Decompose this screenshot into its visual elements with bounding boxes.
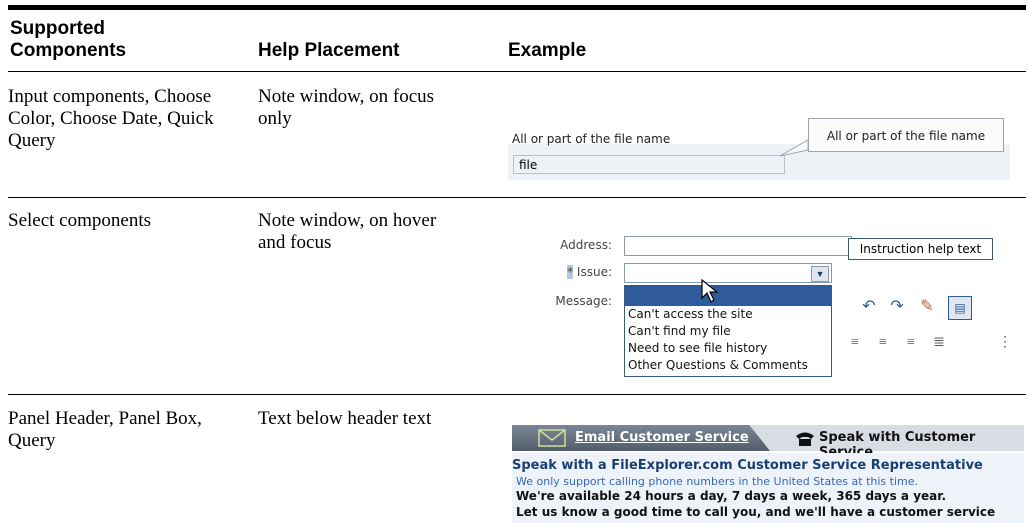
row1-example-label: All or part of the file name bbox=[512, 132, 671, 146]
message-label: Message: bbox=[555, 294, 612, 308]
panel-body-line1: We're available 24 hours a day, 7 days a… bbox=[516, 489, 947, 503]
tab-email-customer-service[interactable]: Email Customer Service bbox=[575, 430, 749, 445]
note-pointer-icon bbox=[780, 139, 809, 157]
row3-placement: Text below header text bbox=[258, 408, 432, 429]
dropdown-option[interactable]: Other Questions & Comments bbox=[625, 357, 831, 374]
align-left-icon[interactable]: ≡ bbox=[844, 332, 866, 354]
panel-body-line2: Let us know a good time to call you, and… bbox=[516, 505, 996, 519]
row2-note-window: Instruction help text bbox=[848, 238, 993, 260]
dropdown-option[interactable]: Can't find my file bbox=[625, 323, 831, 340]
file-name-input[interactable]: file bbox=[513, 155, 785, 174]
header-supported-components: Supported Components bbox=[10, 18, 127, 61]
header-help-placement: Help Placement bbox=[258, 40, 400, 61]
issue-label-text: Issue: bbox=[576, 265, 612, 279]
list-icon[interactable]: ⋮ bbox=[994, 332, 1016, 354]
align-right-icon[interactable]: ≡ bbox=[900, 332, 922, 354]
row1-rule bbox=[8, 197, 1026, 198]
dropdown-option[interactable]: Need to see file history bbox=[625, 340, 831, 357]
redo-icon[interactable]: ↷ bbox=[886, 296, 908, 318]
address-label: Address: bbox=[560, 238, 612, 252]
align-center-icon[interactable]: ≡ bbox=[872, 332, 894, 354]
eraser-icon[interactable]: ✎ bbox=[916, 296, 938, 318]
dropdown-option[interactable]: Can't access the site bbox=[625, 306, 831, 323]
row2-components: Select components bbox=[8, 210, 151, 231]
panel-header-title: Speak with a FileExplorer.com Customer S… bbox=[512, 458, 983, 473]
header-example: Example bbox=[508, 40, 587, 61]
issue-label: * Issue: bbox=[532, 265, 612, 279]
undo-icon[interactable]: ↶ bbox=[858, 296, 880, 318]
issue-select[interactable]: ▼ bbox=[624, 263, 832, 283]
required-mark: * bbox=[567, 265, 574, 279]
issue-dropdown-list: Can't access the site Can't find my file… bbox=[624, 285, 832, 377]
phone-icon bbox=[796, 432, 814, 446]
row3-components: Panel Header, Panel Box, Query bbox=[8, 408, 202, 451]
row1-placement: Note window, on focus only bbox=[258, 86, 435, 129]
row1-components: Input components, Choose Color, Choose D… bbox=[8, 86, 214, 151]
row1-note-window: All or part of the file name bbox=[808, 118, 1004, 152]
address-input[interactable] bbox=[624, 236, 852, 256]
editor-toolbar: ↶ ↷ ✎ ▤ ≡ ≡ ≡ ≣ ⋮ bbox=[834, 292, 1020, 358]
envelope-icon bbox=[538, 429, 566, 447]
dropdown-arrow-icon[interactable]: ▼ bbox=[811, 266, 829, 282]
row2-rule bbox=[8, 394, 1026, 395]
header-rule bbox=[8, 71, 1026, 72]
dropdown-selected-option[interactable] bbox=[625, 286, 831, 306]
align-justify-icon[interactable]: ≣ bbox=[928, 332, 950, 354]
cursor-icon bbox=[701, 278, 719, 303]
source-view-icon[interactable]: ▤ bbox=[948, 296, 972, 320]
panel-help-text: We only support calling phone numbers in… bbox=[516, 475, 918, 488]
table-top-rule bbox=[8, 5, 1026, 10]
row2-placement: Note window, on hover and focus bbox=[258, 210, 437, 253]
